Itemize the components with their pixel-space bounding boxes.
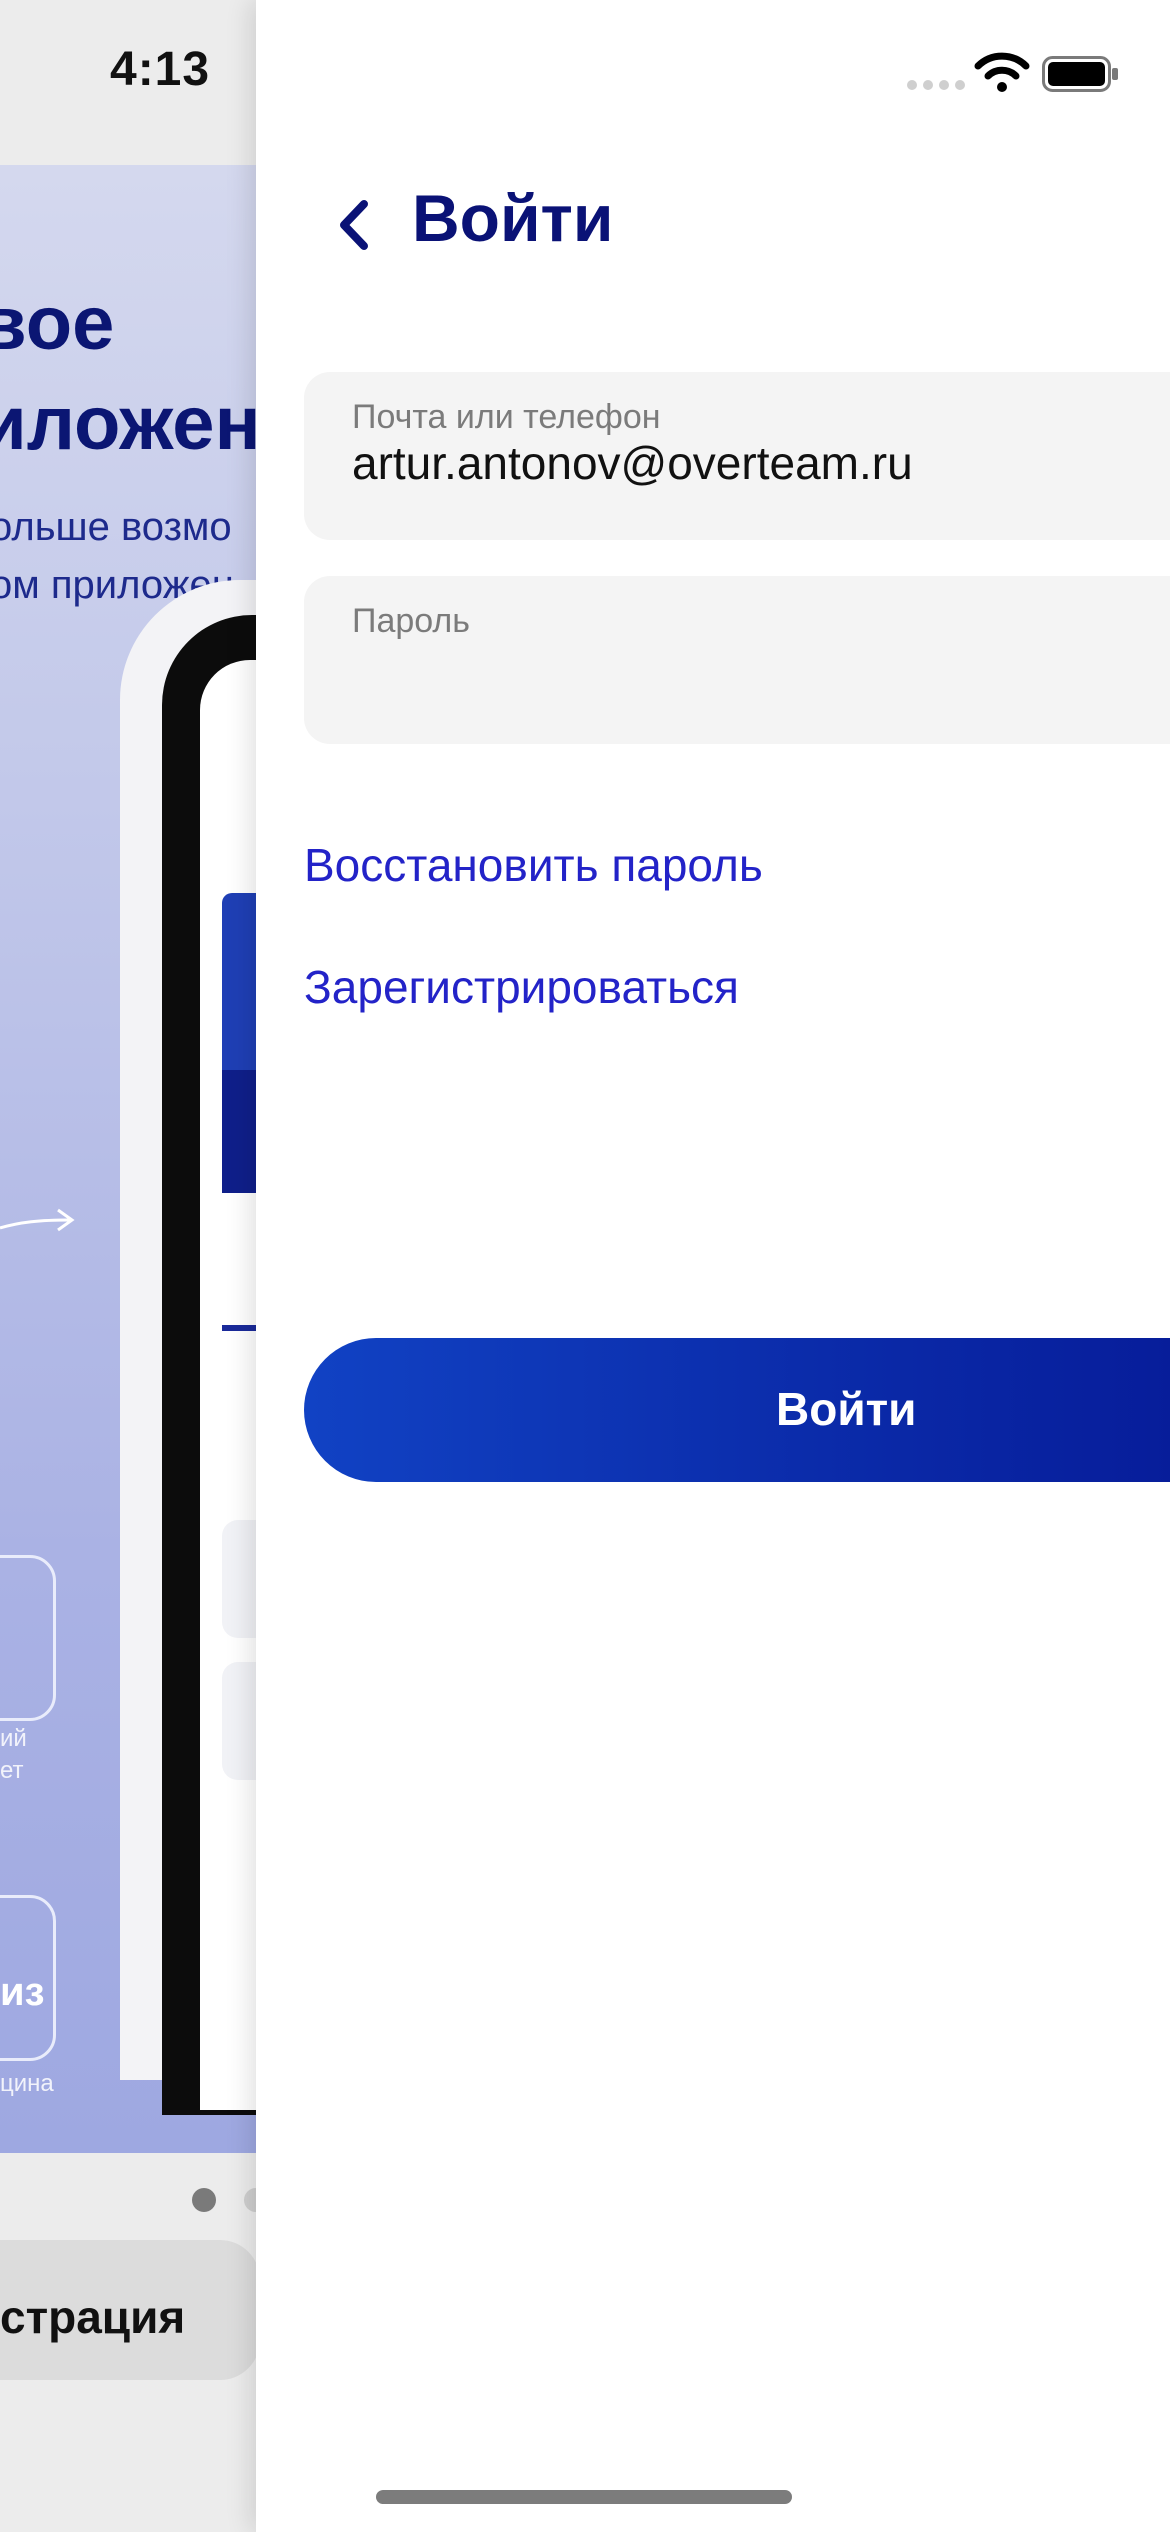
login-button-label: Войти — [776, 1383, 917, 1435]
feature-tile-glyph: из — [0, 1970, 45, 2014]
registration-button-label: страция — [0, 2291, 186, 2343]
login-button[interactable] — [304, 1338, 1170, 1482]
feature-tile — [0, 1555, 56, 1721]
feature-tile-label: ий — [0, 1725, 27, 1752]
feature-tile-label: ет — [0, 1757, 24, 1784]
background-screen: 4:13 вое иложен ольше возмо ом приложен … — [0, 0, 256, 2532]
screen: 4:13 вое иложен ольше возмо ом приложен … — [0, 0, 1170, 2532]
mockup-list-row — [222, 1520, 256, 1638]
wifi-icon — [974, 52, 1030, 92]
phone-mockup-screen — [200, 660, 256, 2110]
banner-subtitle-line1: ольше возмо — [0, 505, 232, 549]
status-time: 4:13 — [110, 43, 211, 96]
page-indicator-dot — [244, 2188, 256, 2212]
mockup-divider — [222, 1325, 256, 1331]
register-link[interactable]: Зарегистрироваться — [304, 960, 739, 1014]
password-field[interactable]: Пароль — [304, 576, 1170, 744]
arrow-icon — [0, 1208, 75, 1232]
page-indicator-dot-active — [192, 2188, 216, 2212]
mockup-card-footer — [222, 1070, 256, 1193]
chevron-left-icon[interactable] — [324, 190, 384, 260]
email-input[interactable]: artur.antonov@overteam.ru — [352, 436, 1170, 490]
home-indicator[interactable] — [376, 2490, 792, 2504]
email-field-label: Почта или телефон — [352, 398, 661, 436]
battery-icon — [1042, 56, 1118, 92]
restore-password-link[interactable]: Восстановить пароль — [304, 838, 763, 892]
banner-title-line2: иложен — [0, 381, 256, 466]
email-field[interactable]: Почта или телефон artur.antonov@overteam… — [304, 372, 1170, 540]
page-title: Войти — [412, 181, 614, 255]
password-field-label: Пароль — [352, 602, 470, 640]
signal-icon — [907, 80, 965, 90]
login-sheet: Войти Почта или телефон artur.antonov@ov… — [256, 0, 1170, 2532]
banner-title-line1: вое — [0, 281, 115, 366]
mockup-list-row — [222, 1662, 256, 1780]
feature-tile-label: цина — [0, 2070, 54, 2097]
